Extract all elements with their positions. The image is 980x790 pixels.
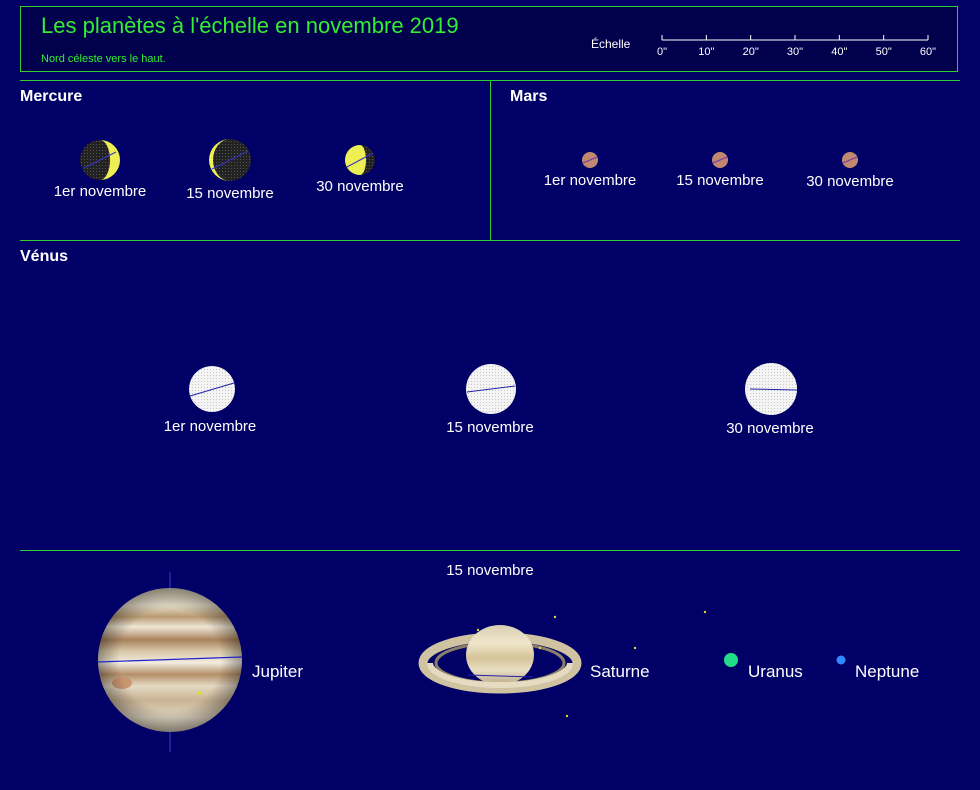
mercury-phase-2 bbox=[209, 139, 251, 181]
uranus-label: Uranus bbox=[748, 662, 803, 681]
planet-drawings bbox=[80, 139, 858, 752]
uranus-disc bbox=[724, 653, 738, 667]
venus-date-1: 1er novembre bbox=[163, 418, 257, 435]
mercury-phase-3 bbox=[345, 145, 375, 175]
mercury-date-2: 15 novembre bbox=[186, 185, 274, 202]
saturn-disc bbox=[418, 610, 707, 718]
venus-date-3: 30 novembre bbox=[726, 420, 814, 437]
mars-date-2: 15 novembre bbox=[676, 172, 764, 189]
outer-planets-date: 15 novembre bbox=[446, 562, 534, 579]
mercury-phase-1 bbox=[80, 140, 120, 180]
mercury-date-1: 1er novembre bbox=[53, 183, 147, 200]
mars-date-3: 30 novembre bbox=[806, 173, 894, 190]
mars-disc-2 bbox=[712, 152, 728, 168]
jupiter-label: Jupiter bbox=[252, 662, 304, 681]
mars-date-1: 1er novembre bbox=[543, 172, 637, 189]
jupiter-disc bbox=[97, 572, 243, 752]
planets-scale-chart: Les planètes à l'échelle en novembre 201… bbox=[0, 0, 980, 790]
saturn-label: Saturne bbox=[590, 662, 650, 681]
venus-phase-1 bbox=[189, 366, 235, 412]
neptune-label: Neptune bbox=[855, 662, 920, 681]
venus-phase-3 bbox=[745, 363, 798, 415]
mars-disc-3 bbox=[842, 152, 858, 168]
venus-phase-2 bbox=[466, 364, 516, 414]
mars-disc-1 bbox=[582, 152, 598, 168]
venus-date-2: 15 novembre bbox=[446, 419, 534, 436]
neptune-disc bbox=[836, 655, 846, 665]
mercury-date-3: 30 novembre bbox=[316, 178, 404, 195]
